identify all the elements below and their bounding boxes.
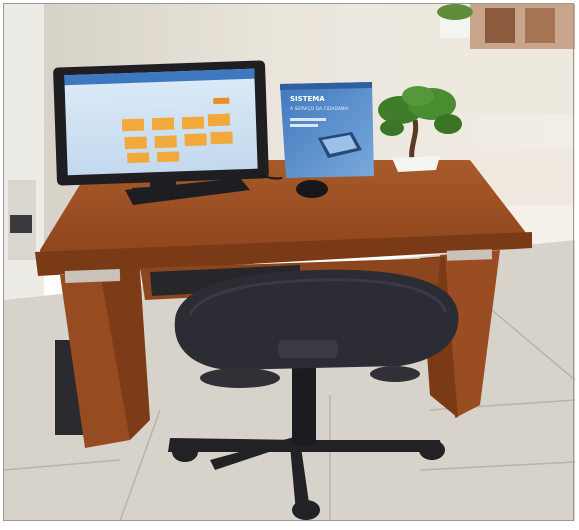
screen-tile xyxy=(121,118,145,132)
mouse xyxy=(296,180,328,198)
photo-illustration: SISTEMA A SERVIÇO DA CIDADANIA xyxy=(3,4,576,522)
screen-tile xyxy=(207,113,231,127)
screen-tile xyxy=(154,135,177,149)
screen-tile xyxy=(124,136,147,150)
photo-scene: SISTEMA A SERVIÇO DA CIDADANIA xyxy=(0,0,579,526)
screen-tile xyxy=(210,131,233,145)
screen-tile xyxy=(151,117,175,131)
screen-tile xyxy=(181,116,205,130)
bonsai-pot xyxy=(392,156,440,172)
chair-gas-lift xyxy=(292,360,316,445)
sign-subtitle: A SERVIÇO DA CIDADANIA xyxy=(290,106,350,112)
screen-tile xyxy=(184,133,207,147)
screen-tile xyxy=(157,151,180,163)
sign-title: SISTEMA xyxy=(290,95,325,103)
screen-tile xyxy=(127,152,150,164)
